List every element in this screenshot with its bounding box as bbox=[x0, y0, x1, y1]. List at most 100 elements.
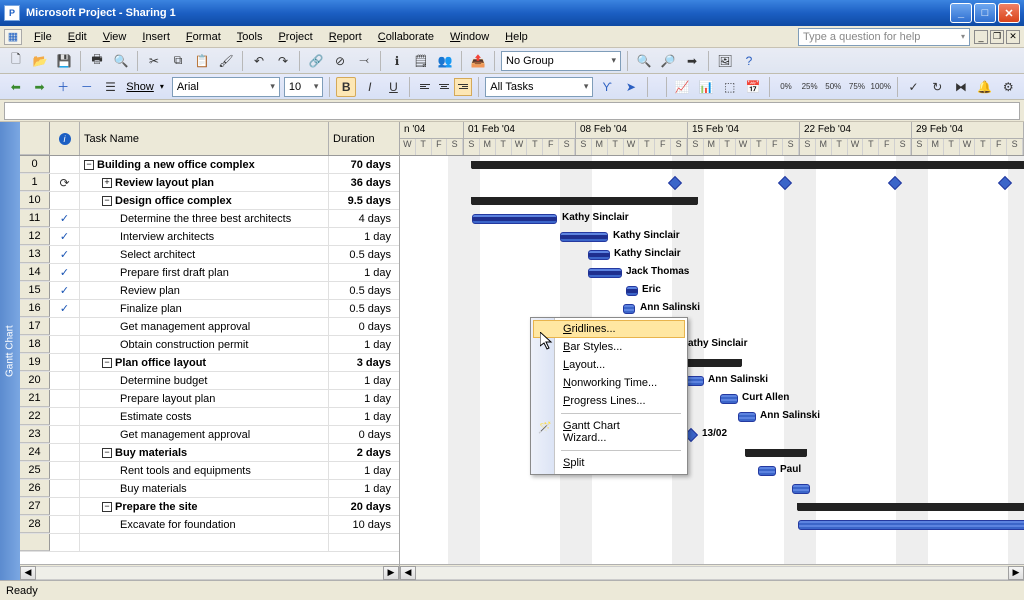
table-row[interactable]: 13✓Select architect0.5 days bbox=[20, 246, 399, 264]
row-header[interactable]: 28 bbox=[20, 516, 50, 533]
table-row[interactable]: 1⟳+Review layout plan36 days bbox=[20, 174, 399, 192]
row-header[interactable]: 24 bbox=[20, 444, 50, 461]
pct-100-icon[interactable]: 100% bbox=[871, 77, 891, 97]
taskname-cell[interactable]: Select architect bbox=[80, 246, 329, 263]
taskname-cell[interactable]: −Building a new office complex bbox=[80, 156, 329, 173]
row-header[interactable]: 1 bbox=[20, 174, 50, 191]
taskname-cell[interactable]: Buy materials bbox=[80, 480, 329, 497]
row-header[interactable]: 16 bbox=[20, 300, 50, 317]
duration-cell[interactable]: 1 day bbox=[329, 264, 399, 281]
row-header[interactable]: 10 bbox=[20, 192, 50, 209]
taskname-column-header[interactable]: Task Name bbox=[80, 122, 329, 155]
row-header[interactable]: 12 bbox=[20, 228, 50, 245]
row-header[interactable]: 20 bbox=[20, 372, 50, 389]
taskname-cell[interactable]: Interview architects bbox=[80, 228, 329, 245]
gantt-wizard-icon[interactable]: 📊 bbox=[696, 77, 716, 97]
table-row[interactable]: 12✓Interview architects1 day bbox=[20, 228, 399, 246]
taskname-cell[interactable]: −Buy materials bbox=[80, 444, 329, 461]
indicator-column-header[interactable]: i bbox=[50, 122, 80, 155]
toolbar-options-icon[interactable]: ⚙ bbox=[998, 77, 1018, 97]
duration-cell[interactable]: 36 days bbox=[329, 174, 399, 191]
duration-cell[interactable]: 70 days bbox=[329, 156, 399, 173]
gantt-hscroll[interactable]: ◀ ▶ bbox=[400, 564, 1024, 580]
row-header[interactable]: 27 bbox=[20, 498, 50, 515]
taskname-cell[interactable]: Obtain construction permit bbox=[80, 336, 329, 353]
menu-tools[interactable]: Tools bbox=[229, 29, 271, 45]
row-header[interactable]: 17 bbox=[20, 318, 50, 335]
taskname-cell[interactable]: Rent tools and equipments bbox=[80, 462, 329, 479]
entry-field[interactable] bbox=[4, 102, 1020, 120]
copy-picture-icon[interactable]: 🖼 bbox=[715, 51, 735, 71]
underline-button[interactable]: U bbox=[384, 77, 404, 97]
show-menu[interactable]: Show bbox=[124, 81, 156, 93]
close-button[interactable]: ✕ bbox=[998, 3, 1020, 23]
row-header[interactable]: 11 bbox=[20, 210, 50, 227]
table-row[interactable]: 15✓Review plan0.5 days bbox=[20, 282, 399, 300]
taskname-cell[interactable]: Finalize plan bbox=[80, 300, 329, 317]
paste-icon[interactable]: 📋 bbox=[192, 51, 212, 71]
table-row[interactable]: 10−Design office complex9.5 days bbox=[20, 192, 399, 210]
table-row[interactable]: 18Obtain construction permit1 day bbox=[20, 336, 399, 354]
duration-cell[interactable]: 1 day bbox=[329, 408, 399, 425]
taskname-cell[interactable]: Determine budget bbox=[80, 372, 329, 389]
help-search-input[interactable]: Type a question for help▾ bbox=[798, 28, 970, 46]
scroll-left-icon[interactable]: ◀ bbox=[20, 566, 36, 580]
duration-cell[interactable]: 10 days bbox=[329, 516, 399, 533]
gantt-area[interactable]: Kathy SinclairKathy SinclairKathy Sincla… bbox=[400, 156, 1024, 564]
pct-0-icon[interactable]: 0% bbox=[776, 77, 796, 97]
undo-icon[interactable]: ↶ bbox=[249, 51, 269, 71]
taskname-cell[interactable]: Estimate costs bbox=[80, 408, 329, 425]
goto-task-icon[interactable]: ➡ bbox=[682, 51, 702, 71]
pct-25-icon[interactable]: 25% bbox=[800, 77, 820, 97]
indent-icon[interactable]: ➡ bbox=[30, 77, 50, 97]
row-header[interactable]: 14 bbox=[20, 264, 50, 281]
task-bar[interactable] bbox=[720, 394, 738, 404]
duration-cell[interactable]: 0.5 days bbox=[329, 246, 399, 263]
duration-cell[interactable]: 9.5 days bbox=[329, 192, 399, 209]
duration-cell[interactable]: 1 day bbox=[329, 462, 399, 479]
expand-icon[interactable]: + bbox=[102, 178, 112, 188]
summary-bar[interactable] bbox=[472, 197, 697, 205]
menu-format[interactable]: Format bbox=[178, 29, 229, 45]
outdent-icon[interactable]: ⬅ bbox=[6, 77, 26, 97]
font-size-dropdown[interactable]: 10▾ bbox=[284, 77, 323, 97]
duration-cell[interactable]: 2 days bbox=[329, 444, 399, 461]
hide-subtasks-icon[interactable]: － bbox=[77, 77, 97, 97]
table-row[interactable]: 25Rent tools and equipments1 day bbox=[20, 462, 399, 480]
select-all-cell[interactable] bbox=[20, 122, 50, 155]
maximize-button[interactable]: □ bbox=[974, 3, 996, 23]
context-menu-item[interactable]: Layout... bbox=[533, 356, 685, 374]
context-menu-item[interactable]: Split bbox=[533, 454, 685, 472]
row-header[interactable]: 21 bbox=[20, 390, 50, 407]
duration-cell[interactable]: 4 days bbox=[329, 210, 399, 227]
table-row[interactable]: 0 −Building a new office complex70 days bbox=[20, 156, 399, 174]
context-menu-item[interactable]: Nonworking Time... bbox=[533, 374, 685, 392]
notes-icon[interactable]: 🗒 bbox=[411, 51, 431, 71]
context-menu-item[interactable]: Gridlines... bbox=[533, 320, 685, 338]
control-menu-icon[interactable]: ▦ bbox=[4, 29, 22, 45]
taskname-cell[interactable]: Prepare first draft plan bbox=[80, 264, 329, 281]
table-row[interactable]: 21Prepare layout plan1 day bbox=[20, 390, 399, 408]
table-row[interactable]: 11✓Determine the three best architects4 … bbox=[20, 210, 399, 228]
table-row[interactable]: 24 −Buy materials2 days bbox=[20, 444, 399, 462]
duration-cell[interactable]: 1 day bbox=[329, 480, 399, 497]
row-header[interactable]: 0 bbox=[20, 156, 50, 173]
print-icon[interactable]: 🖶 bbox=[87, 51, 107, 71]
doc-close-button[interactable]: ✕ bbox=[1006, 30, 1020, 44]
menu-window[interactable]: Window bbox=[442, 29, 497, 45]
zoom-in-icon[interactable]: 🔍 bbox=[634, 51, 654, 71]
network-diagram-icon[interactable]: ⬚ bbox=[720, 77, 740, 97]
doc-restore-button[interactable]: ❐ bbox=[990, 30, 1004, 44]
add-progress-icon[interactable]: ⧓ bbox=[951, 77, 971, 97]
table-row[interactable]: 28Excavate for foundation10 days bbox=[20, 516, 399, 534]
help-icon[interactable]: ? bbox=[739, 51, 759, 71]
align-left-button[interactable] bbox=[416, 78, 434, 96]
reschedule-icon[interactable]: ↻ bbox=[927, 77, 947, 97]
table-row[interactable]: 27−Prepare the site20 days bbox=[20, 498, 399, 516]
row-header[interactable]: 22 bbox=[20, 408, 50, 425]
autofilter-icon[interactable]: ϒ bbox=[597, 77, 617, 97]
task-bar[interactable] bbox=[798, 520, 1024, 530]
format-painter-icon[interactable]: 🖌 bbox=[216, 51, 236, 71]
taskname-cell[interactable]: −Prepare the site bbox=[80, 498, 329, 515]
table-row[interactable]: 26Buy materials1 day bbox=[20, 480, 399, 498]
